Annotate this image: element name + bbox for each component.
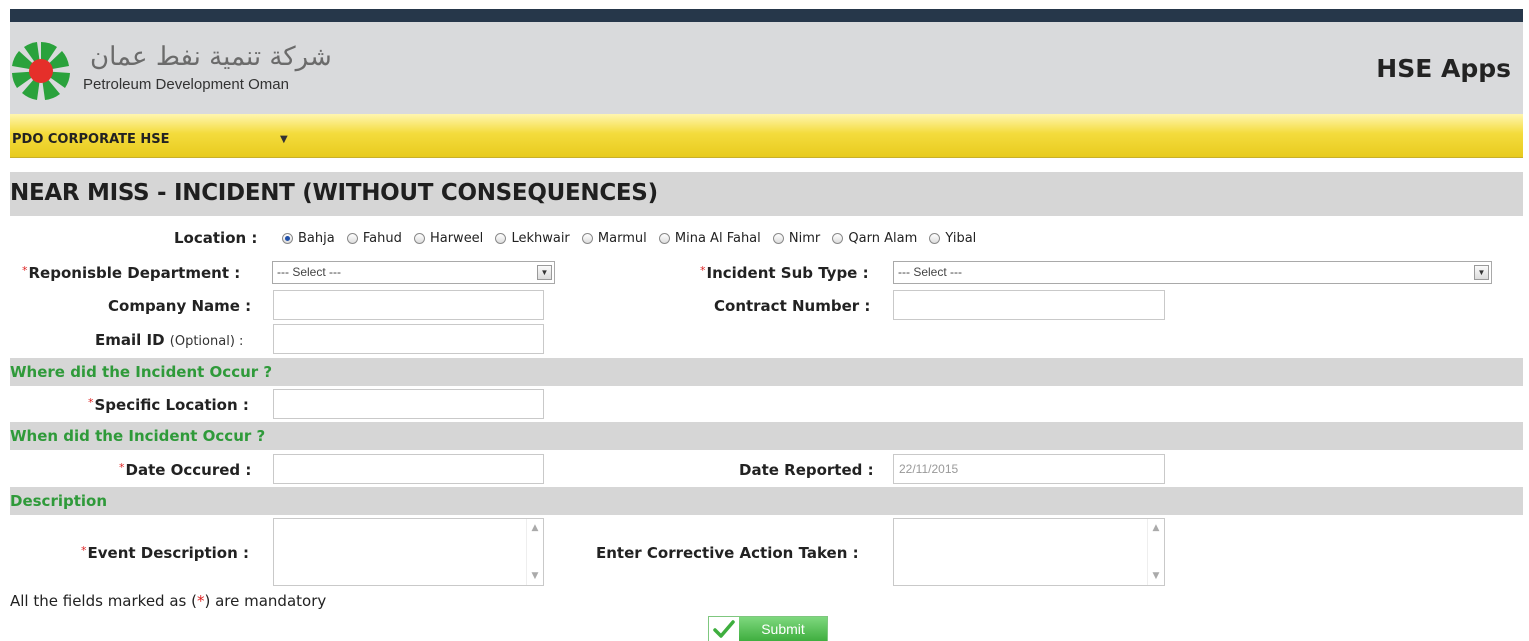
radio-dot[interactable] bbox=[282, 233, 293, 244]
chevron-down-icon[interactable]: ▼ bbox=[537, 265, 552, 280]
radio-label: Fahud bbox=[362, 231, 402, 246]
chevron-down-icon[interactable]: ▼ bbox=[280, 134, 288, 145]
radio-label: Yibal bbox=[945, 231, 977, 246]
event-description-label-text: Event Description : bbox=[87, 544, 250, 562]
date-occured-input[interactable] bbox=[273, 454, 544, 484]
radio-dot[interactable] bbox=[413, 233, 425, 244]
date-occured-label: *Date Occured : bbox=[119, 461, 251, 479]
section-when: When did the Incident Occur ? bbox=[10, 422, 1523, 450]
required-marker: * bbox=[119, 461, 125, 474]
page-title: NEAR MISS - INCIDENT (WITHOUT CONSEQUENC… bbox=[10, 180, 658, 206]
mandatory-note-prefix: All the fields marked as ( bbox=[10, 592, 197, 610]
incident-subtype-label-text: Incident Sub Type : bbox=[706, 264, 869, 282]
department-select-value: --- Select --- bbox=[277, 265, 341, 279]
contract-number-input[interactable] bbox=[893, 290, 1165, 320]
mandatory-note: All the fields marked as (*) are mandato… bbox=[10, 592, 326, 610]
event-description-textarea[interactable]: ▲ ▼ bbox=[273, 518, 544, 586]
pdo-logo-icon bbox=[10, 40, 72, 102]
radio-dot[interactable] bbox=[581, 233, 593, 244]
chevron-down-icon[interactable]: ▼ bbox=[1474, 265, 1489, 280]
radio-label: Lekhwair bbox=[511, 231, 570, 246]
corrective-action-label: Enter Corrective Action Taken : bbox=[596, 544, 859, 562]
radio-label: Qarn Alam bbox=[848, 231, 918, 246]
radio-dot[interactable] bbox=[832, 233, 844, 244]
corrective-action-textarea[interactable]: ▲ ▼ bbox=[893, 518, 1165, 586]
radio-label: Bahja bbox=[298, 231, 335, 246]
email-optional-hint: (Optional) : bbox=[169, 334, 244, 349]
nav-item-pdo-corporate-hse[interactable]: PDO CORPORATE HSE bbox=[12, 132, 170, 147]
section-description: Description bbox=[10, 487, 1523, 515]
section-description-title: Description bbox=[10, 492, 108, 510]
company-name-label: Company Name : bbox=[108, 297, 252, 315]
email-label: Email ID (Optional) : bbox=[95, 331, 243, 349]
location-radio-yibal[interactable]: Yibal bbox=[929, 231, 976, 246]
required-marker: * bbox=[88, 396, 94, 409]
radio-label: Marmul bbox=[597, 231, 647, 246]
nav-bar: PDO CORPORATE HSE ▼ bbox=[10, 114, 1523, 158]
email-label-text: Email ID bbox=[95, 331, 165, 349]
radio-label: Mina Al Fahal bbox=[674, 231, 761, 246]
site-header: شركة تنمية نفط عمان Petroleum Developmen… bbox=[10, 22, 1523, 114]
radio-dot[interactable] bbox=[929, 233, 941, 244]
location-radio-group: Bahja Fahud Harweel Lekhwair Marmul Mina… bbox=[282, 231, 984, 248]
date-reported-label: Date Reported : bbox=[739, 461, 874, 479]
specific-location-label-text: Specific Location : bbox=[94, 396, 249, 414]
date-occured-label-text: Date Occured : bbox=[125, 461, 252, 479]
incident-subtype-select[interactable]: --- Select --- ▼ bbox=[893, 261, 1492, 284]
location-radio-lekhwair[interactable]: Lekhwair bbox=[495, 231, 570, 246]
required-marker: * bbox=[81, 544, 87, 557]
radio-dot[interactable] bbox=[772, 233, 784, 244]
location-radio-mina-al-fahal[interactable]: Mina Al Fahal bbox=[658, 231, 761, 246]
scroll-down-icon[interactable]: ▼ bbox=[527, 571, 543, 581]
radio-dot[interactable] bbox=[495, 233, 507, 244]
section-when-title: When did the Incident Occur ? bbox=[10, 427, 266, 445]
submit-button-label: Submit bbox=[739, 617, 827, 641]
department-select[interactable]: --- Select --- ▼ bbox=[272, 261, 555, 284]
top-strip bbox=[10, 0, 1523, 22]
radio-dot[interactable] bbox=[658, 233, 670, 244]
specific-location-input[interactable] bbox=[273, 389, 544, 419]
radio-label: Nimr bbox=[788, 231, 821, 246]
location-radio-qarn-alam[interactable]: Qarn Alam bbox=[832, 231, 917, 246]
date-reported-input[interactable]: 22/11/2015 bbox=[893, 454, 1165, 484]
top-dark-bar bbox=[10, 9, 1523, 22]
incident-subtype-select-value: --- Select --- bbox=[898, 265, 962, 279]
location-radio-harweel[interactable]: Harweel bbox=[413, 231, 484, 246]
incident-subtype-label: *Incident Sub Type : bbox=[700, 264, 869, 282]
location-radio-bahja[interactable]: Bahja bbox=[282, 231, 335, 246]
scrollbar[interactable]: ▲ ▼ bbox=[526, 519, 543, 585]
radio-label: Harweel bbox=[429, 231, 484, 246]
company-name: Petroleum Development Oman bbox=[83, 76, 289, 93]
department-label-text: Reponisble Department : bbox=[28, 264, 241, 282]
scroll-down-icon[interactable]: ▼ bbox=[1148, 571, 1164, 581]
location-radio-fahud[interactable]: Fahud bbox=[346, 231, 402, 246]
event-description-label: *Event Description : bbox=[81, 544, 249, 562]
department-label: *Reponisble Department : bbox=[22, 264, 240, 282]
section-where: Where did the Incident Occur ? bbox=[10, 358, 1523, 386]
company-arabic-name: شركة تنمية نفط عمان bbox=[90, 42, 332, 72]
location-radio-nimr[interactable]: Nimr bbox=[772, 231, 821, 246]
scrollbar[interactable]: ▲ ▼ bbox=[1147, 519, 1164, 585]
location-label: Location : bbox=[174, 229, 258, 247]
contract-number-label: Contract Number : bbox=[714, 297, 871, 315]
company-name-input[interactable] bbox=[273, 290, 544, 320]
required-marker: * bbox=[22, 264, 28, 277]
email-input[interactable] bbox=[273, 324, 544, 354]
app-title: HSE Apps bbox=[1376, 54, 1511, 83]
scroll-up-icon[interactable]: ▲ bbox=[1148, 523, 1164, 533]
radio-dot[interactable] bbox=[346, 233, 358, 244]
checkmark-icon bbox=[709, 617, 739, 641]
section-where-title: Where did the Incident Occur ? bbox=[10, 363, 273, 381]
specific-location-label: *Specific Location : bbox=[88, 396, 249, 414]
mandatory-note-suffix: ) are mandatory bbox=[204, 592, 327, 610]
submit-button[interactable]: Submit bbox=[708, 616, 828, 641]
location-radio-marmul[interactable]: Marmul bbox=[581, 231, 647, 246]
page-title-bar: NEAR MISS - INCIDENT (WITHOUT CONSEQUENC… bbox=[10, 172, 1523, 216]
required-marker: * bbox=[700, 264, 706, 277]
scroll-up-icon[interactable]: ▲ bbox=[527, 523, 543, 533]
